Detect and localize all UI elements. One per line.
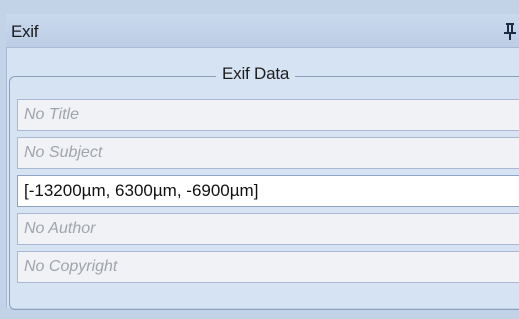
coordinates-field-text: [-13200µm, 6300µm, -6900µm] — [24, 181, 259, 200]
exif-fields: No Title No Subject [-13200µm, 6300µm, -… — [17, 99, 519, 289]
pushpin-icon[interactable] — [503, 22, 517, 40]
copyright-field[interactable]: No Copyright — [17, 251, 519, 283]
author-field[interactable]: No Author — [17, 213, 519, 245]
title-field[interactable]: No Title — [17, 99, 519, 131]
copyright-field-text: No Copyright — [24, 258, 118, 275]
author-field-text: No Author — [24, 220, 96, 237]
coordinates-field[interactable]: [-13200µm, 6300µm, -6900µm] — [17, 175, 519, 207]
subject-field-text: No Subject — [24, 144, 103, 161]
exif-window: Exif Exif Data No Title No Subject [-132… — [0, 0, 519, 319]
title-bar[interactable]: Exif — [6, 14, 519, 48]
window-title: Exif — [11, 22, 39, 41]
title-field-text: No Title — [24, 106, 79, 123]
subject-field[interactable]: No Subject — [17, 137, 519, 169]
groupbox-legend: Exif Data — [216, 64, 296, 84]
